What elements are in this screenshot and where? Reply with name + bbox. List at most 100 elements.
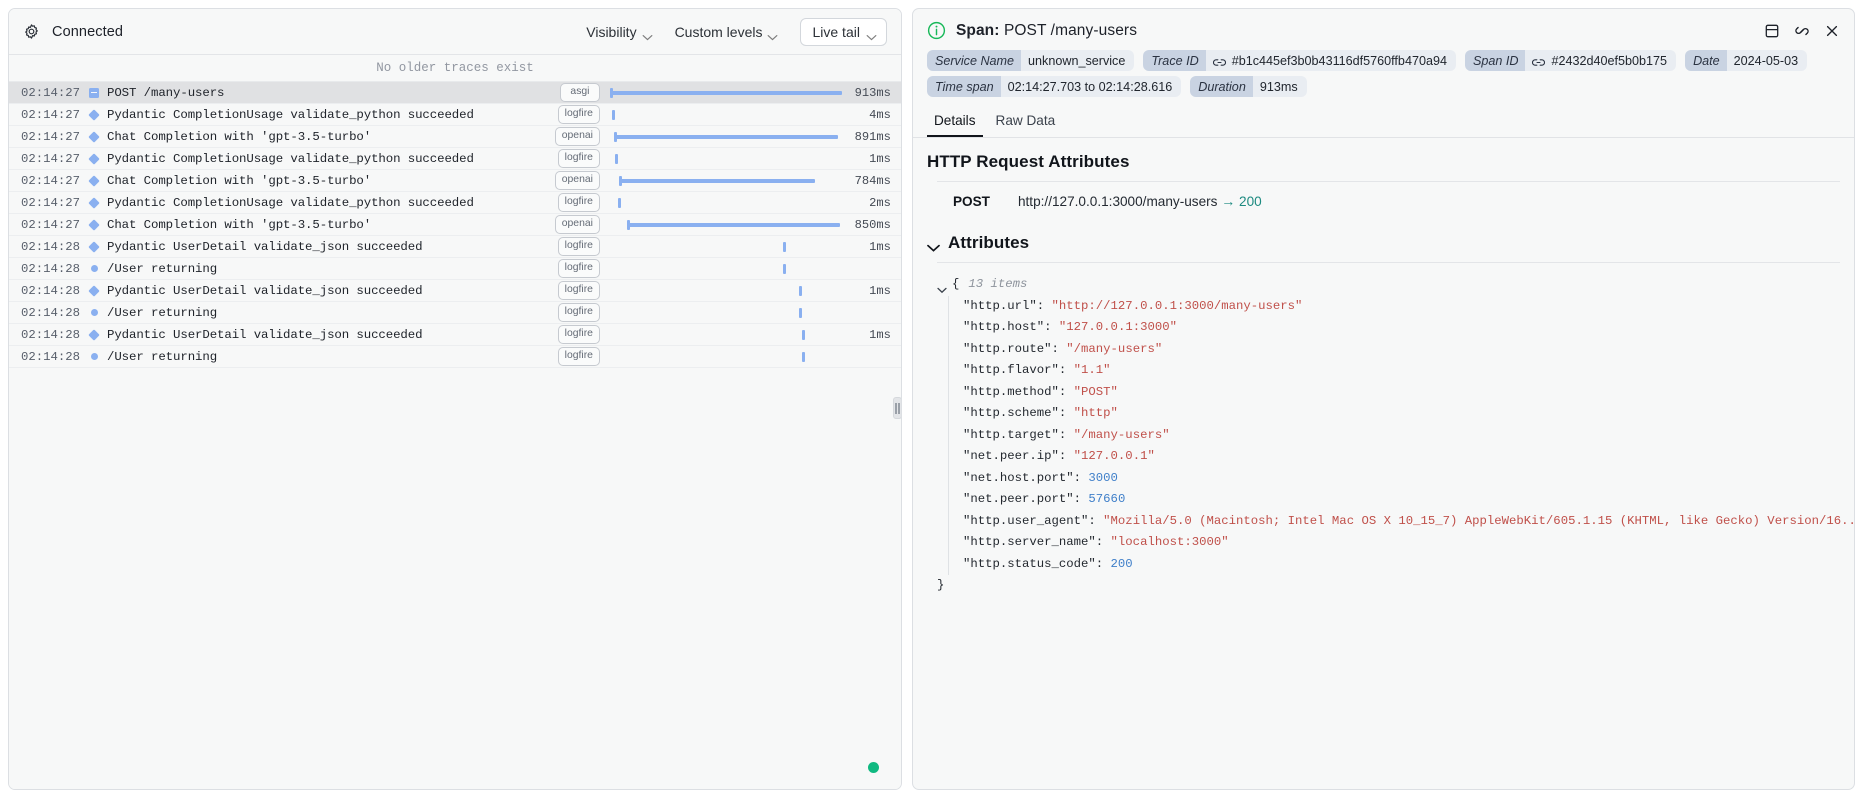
row-label: Pydantic UserDetail validate_json succee… xyxy=(105,240,558,254)
row-tag[interactable]: asgi xyxy=(560,83,600,102)
trace-rows-list[interactable]: 02:14:27POST /many-usersasgi913ms02:14:2… xyxy=(9,82,901,789)
json-colon: : xyxy=(1044,320,1059,334)
row-timeline xyxy=(607,214,845,236)
json-colon: : xyxy=(1059,385,1074,399)
json-entry: "net.host.port": 3000 xyxy=(963,468,1840,490)
span-detail-header: Span: POST /many-users xyxy=(913,9,1854,44)
row-duration: 1ms xyxy=(845,240,901,254)
table-row[interactable]: 02:14:27Pydantic CompletionUsage validat… xyxy=(9,192,901,214)
row-timeline xyxy=(607,258,845,280)
row-tag[interactable]: logfire xyxy=(558,325,600,344)
row-marker xyxy=(83,88,105,98)
tab-details[interactable]: Details xyxy=(927,109,983,137)
span-marker-icon xyxy=(88,285,99,296)
meta-chip-value[interactable]: 2024-05-03 xyxy=(1727,50,1807,71)
attributes-section-toggle[interactable]: Attributes xyxy=(927,233,1840,253)
row-tag[interactable]: logfire xyxy=(558,149,600,168)
json-value: "Mozilla/5.0 (Macintosh; Intel Mac OS X … xyxy=(1103,514,1854,528)
meta-chip-value[interactable]: #2432d40ef5b0b175 xyxy=(1525,50,1676,71)
json-value: "localhost:3000" xyxy=(1111,535,1229,549)
gear-icon[interactable] xyxy=(23,23,40,40)
table-row[interactable]: 02:14:28/User returninglogfire xyxy=(9,258,901,280)
http-url-group: http://127.0.0.1:3000/many-users → 200 xyxy=(1018,193,1262,209)
json-key: "http.target" xyxy=(963,428,1059,442)
table-row[interactable]: 02:14:27Chat Completion with 'gpt-3.5-tu… xyxy=(9,214,901,236)
table-row[interactable]: 02:14:28/User returninglogfire xyxy=(9,302,901,324)
close-icon[interactable] xyxy=(1824,23,1840,39)
table-row[interactable]: 02:14:27Pydantic CompletionUsage validat… xyxy=(9,148,901,170)
collapse-toggle-icon[interactable] xyxy=(89,88,99,98)
row-marker xyxy=(83,287,105,295)
http-status-code: 200 xyxy=(1239,194,1262,209)
row-tag[interactable]: logfire xyxy=(558,259,600,278)
row-marker xyxy=(83,199,105,207)
duration-bar-cap xyxy=(614,132,617,142)
json-value: "1.1" xyxy=(1074,363,1111,377)
table-row[interactable]: 02:14:27 Chat Completion with 'gpt-3.5-tu… xyxy=(9,126,901,148)
row-tag[interactable]: logfire xyxy=(558,237,600,256)
meta-chip-key: Service Name xyxy=(927,50,1021,71)
row-tag[interactable]: logfire xyxy=(558,281,600,300)
json-key: "http.server_name" xyxy=(963,535,1096,549)
json-value: 57660 xyxy=(1088,492,1125,506)
span-detail-tabs[interactable]: DetailsRaw Data xyxy=(913,97,1854,138)
row-tag[interactable]: logfire xyxy=(558,105,600,124)
row-tag[interactable]: logfire xyxy=(558,347,600,366)
visibility-menu[interactable]: Visibility xyxy=(586,24,652,40)
span-marker-icon xyxy=(88,153,99,164)
row-tag[interactable]: logfire xyxy=(558,303,600,322)
span-detail-panel: Span: POST /many-users xyxy=(912,8,1855,790)
panel-resize-handle[interactable] xyxy=(893,397,902,419)
chevron-down-icon xyxy=(937,281,947,288)
row-marker xyxy=(83,133,105,141)
json-value: "127.0.0.1:3000" xyxy=(1059,320,1177,334)
row-marker xyxy=(83,265,105,272)
live-tail-dropdown[interactable]: Live tail xyxy=(800,18,886,46)
table-row[interactable]: 02:14:28/User returninglogfire xyxy=(9,346,901,368)
tab-raw-data[interactable]: Raw Data xyxy=(989,109,1063,137)
row-timestamp: 02:14:27 xyxy=(9,108,83,122)
meta-chip-value[interactable]: #b1c445ef3b0b43116df5760ffb470a94 xyxy=(1206,50,1456,71)
table-row[interactable]: 02:14:28Pydantic UserDetail validate_jso… xyxy=(9,324,901,346)
json-entry: "http.route": "/many-users" xyxy=(963,339,1840,361)
table-row[interactable]: 02:14:27Chat Completion with 'gpt-3.5-tu… xyxy=(9,170,901,192)
json-key: "http.route" xyxy=(963,342,1052,356)
table-row[interactable]: 02:14:28Pydantic UserDetail validate_jso… xyxy=(9,280,901,302)
table-row[interactable]: 02:14:27POST /many-usersasgi913ms xyxy=(9,82,901,104)
row-tag[interactable]: openai xyxy=(555,171,600,190)
row-label: Chat Completion with 'gpt-3.5-turbo' xyxy=(105,130,555,144)
row-label: POST /many-users xyxy=(105,86,560,100)
meta-chip-value[interactable]: 913ms xyxy=(1253,76,1307,97)
custom-levels-label: Custom levels xyxy=(675,24,763,40)
json-root-toggle[interactable]: { 13 items xyxy=(937,274,1840,296)
row-timeline xyxy=(607,82,845,104)
duration-bar xyxy=(610,91,842,95)
row-marker xyxy=(83,177,105,185)
link-icon[interactable] xyxy=(1794,23,1810,39)
json-key: "http.status_code" xyxy=(963,557,1096,571)
row-marker xyxy=(83,243,105,251)
row-timestamp: 02:14:27 xyxy=(9,152,83,166)
row-tag-label: openai xyxy=(555,127,600,146)
row-timeline xyxy=(607,148,845,170)
meta-chip-value[interactable]: 02:14:27.703 to 02:14:28.616 xyxy=(1001,76,1182,97)
json-entry: "http.user_agent": "Mozilla/5.0 (Macinto… xyxy=(963,511,1840,533)
meta-chip-key: Trace ID xyxy=(1143,50,1205,71)
json-key: "http.host" xyxy=(963,320,1044,334)
custom-levels-menu[interactable]: Custom levels xyxy=(675,24,779,40)
panel-layout-icon[interactable] xyxy=(1764,23,1780,39)
row-duration: 1ms xyxy=(845,152,901,166)
meta-chip-value[interactable]: unknown_service xyxy=(1021,50,1134,71)
link-icon xyxy=(1532,56,1545,65)
attributes-title: Attributes xyxy=(948,233,1029,253)
row-timestamp: 02:14:28 xyxy=(9,262,83,276)
row-timestamp: 02:14:27 xyxy=(9,86,83,100)
json-colon: : xyxy=(1059,363,1074,377)
row-tag[interactable]: logfire xyxy=(558,193,600,212)
table-row[interactable]: 02:14:28Pydantic UserDetail validate_jso… xyxy=(9,236,901,258)
row-tag[interactable]: openai xyxy=(555,127,600,146)
duration-bar-cap xyxy=(610,88,613,98)
row-timestamp: 02:14:27 xyxy=(9,130,83,144)
table-row[interactable]: 02:14:27Pydantic CompletionUsage validat… xyxy=(9,104,901,126)
row-tag[interactable]: openai xyxy=(555,215,600,234)
